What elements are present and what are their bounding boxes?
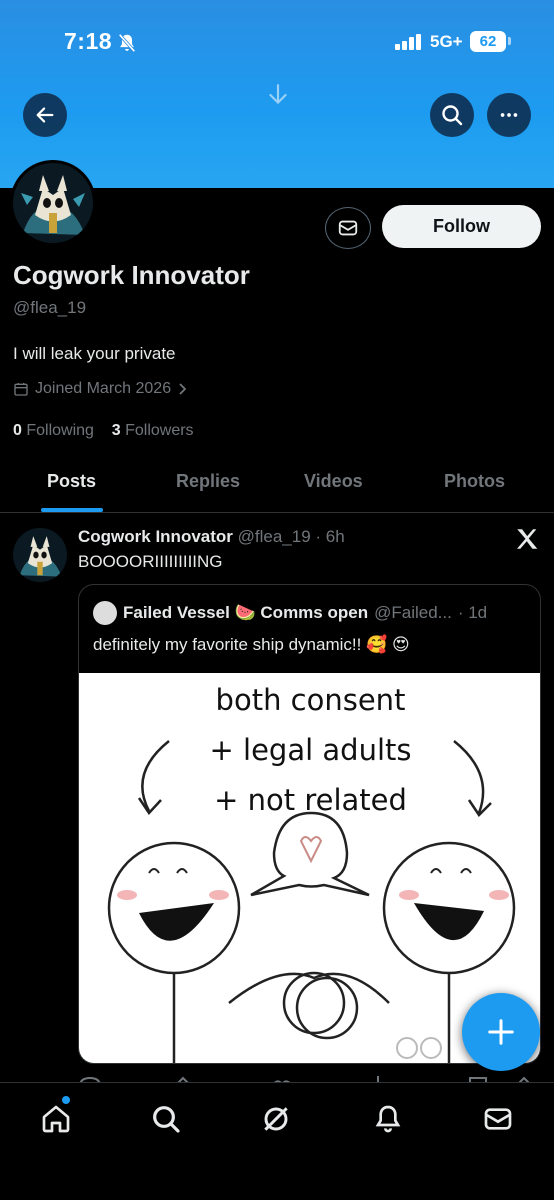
active-tab-indicator bbox=[41, 508, 103, 512]
following-count: 0 bbox=[13, 422, 22, 439]
tab-posts[interactable]: Posts bbox=[47, 471, 96, 492]
pull-to-refresh-arrow-icon bbox=[269, 84, 287, 105]
mail-icon bbox=[338, 220, 358, 236]
post-author-name[interactable]: Cogwork Innovator bbox=[78, 527, 233, 546]
back-button[interactable] bbox=[23, 93, 67, 137]
battery-icon: 62 bbox=[470, 31, 506, 52]
following-label: Following bbox=[26, 422, 94, 439]
quoted-post[interactable]: Failed Vessel 🍉 Comms open @Failed... · … bbox=[78, 584, 541, 1064]
post-text: BOOOORIIIIIIIIING bbox=[78, 552, 223, 571]
quoted-post-text: definitely my favorite ship dynamic!! 🥰 … bbox=[93, 635, 410, 654]
search-icon bbox=[153, 1106, 180, 1133]
post-header: Cogwork Innovator @flea_19 · 6h bbox=[78, 527, 345, 547]
grok-icon bbox=[264, 1107, 288, 1131]
nav-home[interactable] bbox=[38, 1101, 74, 1137]
post-time: · 6h bbox=[315, 527, 345, 546]
signal-icon bbox=[395, 34, 421, 50]
quoted-author-avatar bbox=[93, 601, 117, 625]
network-type: 5G+ bbox=[430, 32, 463, 51]
quoted-post-time: · 1d bbox=[457, 603, 488, 622]
calendar-icon bbox=[14, 383, 28, 396]
tab-photos[interactable]: Photos bbox=[444, 471, 505, 492]
compose-button[interactable] bbox=[462, 993, 540, 1071]
joined-date[interactable]: Joined March 2026 bbox=[13, 380, 189, 398]
notifications-icon bbox=[375, 1105, 401, 1133]
tab-videos[interactable]: Videos bbox=[304, 471, 363, 492]
home-icon bbox=[42, 1105, 70, 1133]
arrow-left-icon bbox=[36, 107, 54, 123]
nav-messages[interactable] bbox=[480, 1101, 516, 1137]
follow-button[interactable]: Follow bbox=[382, 205, 541, 248]
following-link[interactable]: 0 Following bbox=[13, 422, 94, 439]
profile-handle: @flea_19 bbox=[13, 298, 87, 317]
followers-label: Followers bbox=[125, 422, 194, 439]
message-button[interactable] bbox=[325, 207, 371, 249]
quoted-post-header: Failed Vessel 🍉 Comms open @Failed... · … bbox=[93, 601, 487, 625]
profile-name: Cogwork Innovator bbox=[13, 260, 250, 290]
profile-tabs: Posts Replies Videos Photos bbox=[0, 455, 554, 513]
quoted-author-handle: @Failed... bbox=[374, 603, 452, 622]
nav-search[interactable] bbox=[148, 1101, 184, 1137]
home-notification-dot bbox=[62, 1096, 70, 1104]
plus-icon bbox=[488, 1019, 514, 1045]
search-icon bbox=[442, 105, 463, 126]
more-horizontal-icon bbox=[500, 113, 518, 117]
avatar-image bbox=[13, 163, 93, 243]
post-author-handle[interactable]: @flea_19 bbox=[238, 527, 311, 546]
follow-stats: 0 Following 3 Followers bbox=[13, 422, 194, 440]
profile-avatar[interactable] bbox=[10, 160, 96, 246]
status-time: 7:18 bbox=[64, 28, 113, 54]
quoted-author-name: Failed Vessel 🍉 Comms open bbox=[123, 603, 369, 622]
battery-tip bbox=[508, 37, 511, 45]
avatar-image bbox=[13, 528, 67, 582]
status-bar: 7:18 5G+ 62 bbox=[0, 0, 554, 86]
bottom-navigation bbox=[0, 1082, 554, 1200]
tab-replies[interactable]: Replies bbox=[176, 471, 240, 492]
post-author-avatar[interactable] bbox=[13, 528, 67, 582]
messages-icon bbox=[484, 1108, 512, 1130]
profile-bio: I will leak your private bbox=[13, 344, 176, 363]
x-logo-icon[interactable] bbox=[514, 526, 540, 552]
followers-link[interactable]: 3 Followers bbox=[112, 422, 194, 439]
search-button[interactable] bbox=[430, 93, 474, 137]
chevron-right-icon bbox=[179, 383, 187, 395]
joined-label: Joined March 2026 bbox=[35, 380, 172, 397]
nav-notifications[interactable] bbox=[370, 1101, 406, 1137]
nav-grok[interactable] bbox=[258, 1101, 294, 1137]
more-button[interactable] bbox=[487, 93, 531, 137]
bell-muted-icon bbox=[118, 33, 136, 53]
followers-count: 3 bbox=[111, 422, 121, 439]
